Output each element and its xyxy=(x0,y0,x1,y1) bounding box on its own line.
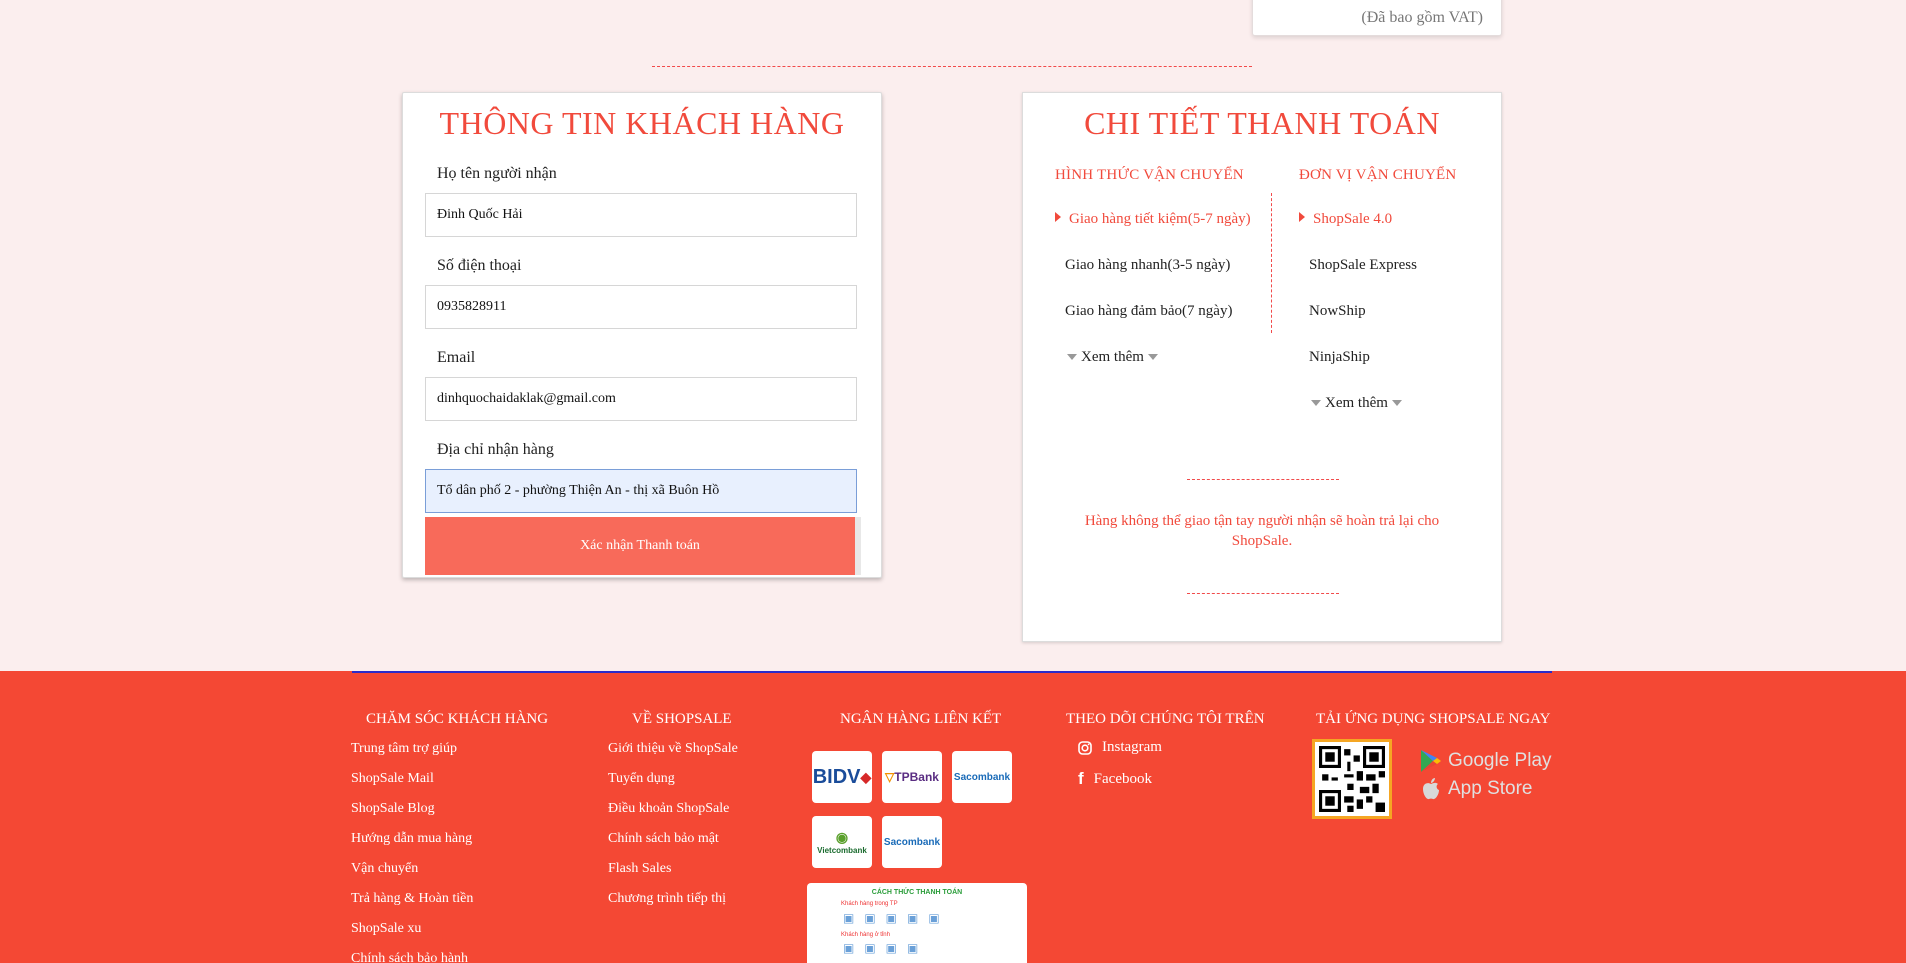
google-play-icon xyxy=(1421,750,1441,772)
footer-link[interactable]: Chính sách bảo hành xyxy=(351,951,468,963)
see-more-label: Xem thêm xyxy=(1081,349,1144,365)
bank-name: BIDV xyxy=(812,765,861,788)
payment-detail-card: CHI TIẾT THANH TOÁN HÌNH THỨC VẬN CHUYỂN… xyxy=(1022,92,1502,642)
carrier-option-express[interactable]: ShopSale Express xyxy=(1309,257,1417,274)
facebook-link[interactable]: f Facebook xyxy=(1078,769,1152,789)
confirm-payment-button[interactable]: Xác nhận Thanh toán xyxy=(425,517,855,575)
bank-name: TPBank xyxy=(894,770,939,784)
footer-link[interactable]: Giới thiệu về ShopSale xyxy=(608,741,738,757)
chevron-down-icon xyxy=(1311,400,1321,406)
google-play-label: Google Play xyxy=(1448,750,1552,771)
carrier-option-ninjaship[interactable]: NinjaShip xyxy=(1309,349,1370,366)
shipping-option-fast[interactable]: Giao hàng nhanh(3-5 ngày) xyxy=(1065,257,1230,274)
footer-link[interactable]: Trung tâm trợ giúp xyxy=(351,741,457,757)
bank-logo-tpbank: ▽ TPBank xyxy=(882,751,942,803)
footer: CHĂM SÓC KHÁCH HÀNG Trung tâm trợ giúp S… xyxy=(0,671,1906,963)
footer-link[interactable]: Chương trình tiếp thị xyxy=(608,891,726,907)
chevron-down-icon xyxy=(1391,400,1402,406)
return-notice: Hàng không thể giao tận tay người nhận s… xyxy=(1084,513,1440,549)
footer-link[interactable]: Vận chuyển xyxy=(351,861,418,877)
footer-care-heading: CHĂM SÓC KHÁCH HÀNG xyxy=(366,711,549,727)
chevron-down-icon xyxy=(1147,354,1158,360)
address-label: Địa chỉ nhận hàng xyxy=(437,441,554,458)
carrier-option-nowship[interactable]: NowShip xyxy=(1309,303,1366,320)
email-label: Email xyxy=(437,349,476,366)
bank-logo-sacombank: Sacombank xyxy=(952,751,1012,803)
instagram-link[interactable]: Instagram xyxy=(1078,739,1162,756)
recipient-name-input[interactable] xyxy=(425,193,857,237)
caret-right-icon xyxy=(1299,212,1305,222)
bank-name: Vietcombank xyxy=(817,846,867,855)
divider xyxy=(1187,593,1339,594)
facebook-icon: f xyxy=(1078,769,1084,788)
app-store-link[interactable]: App Store xyxy=(1420,777,1533,801)
see-more-label: Xem thêm xyxy=(1325,395,1388,411)
payment-guide-image: CÁCH THỨC THANH TOÁN Khách hàng trong TP… xyxy=(807,883,1027,963)
phone-label: Số điện thoại xyxy=(437,257,522,274)
shipping-option-economy[interactable]: Giao hàng tiết kiệm(5-7 ngày) xyxy=(1055,211,1251,228)
carrier-option-shopsale-40[interactable]: ShopSale 4.0 xyxy=(1299,211,1392,228)
email-input[interactable] xyxy=(425,377,857,421)
carrier-see-more[interactable]: Xem thêm xyxy=(1307,395,1406,412)
customer-info-card: THÔNG TIN KHÁCH HÀNG Họ tên người nhận S… xyxy=(402,92,882,578)
footer-link[interactable]: Điều khoản ShopSale xyxy=(608,801,729,817)
caret-right-icon xyxy=(1055,212,1061,222)
vat-note: (Đã bao gồm VAT) xyxy=(1361,9,1483,26)
bank-logo-sacombank: Sacombank xyxy=(882,816,942,868)
qr-code xyxy=(1312,739,1392,819)
footer-top-line xyxy=(352,671,1552,673)
footer-link[interactable]: Chính sách bảo mật xyxy=(608,831,719,847)
shipping-method-heading: HÌNH THỨC VẬN CHUYỂN xyxy=(1055,167,1244,183)
address-input[interactable] xyxy=(425,469,857,513)
apple-icon xyxy=(1423,778,1439,800)
button-shadow xyxy=(855,517,861,575)
payment-detail-title: CHI TIẾT THANH TOÁN xyxy=(1084,105,1440,141)
customer-info-title: THÔNG TIN KHÁCH HÀNG xyxy=(439,105,845,141)
instagram-label: Instagram xyxy=(1102,739,1162,755)
footer-link[interactable]: Flash Sales xyxy=(608,861,671,877)
shipping-option-guaranteed[interactable]: Giao hàng đảm bảo(7 ngày) xyxy=(1065,303,1232,320)
payment-guide-line: Khách hàng trong TP xyxy=(841,901,898,907)
footer-link[interactable]: Trả hàng & Hoàn tiền xyxy=(351,891,473,907)
divider xyxy=(652,66,1252,67)
facebook-label: Facebook xyxy=(1093,770,1152,787)
footer-link[interactable]: Tuyển dụng xyxy=(608,771,675,787)
footer-about-heading: VỀ SHOPSALE xyxy=(632,711,732,727)
footer-link[interactable]: ShopSale Blog xyxy=(351,801,435,817)
footer-link[interactable]: ShopSale Mail xyxy=(351,771,434,787)
footer-follow-heading: THEO DÕI CHÚNG TÔI TRÊN xyxy=(1066,711,1265,727)
app-store-label: App Store xyxy=(1448,778,1533,799)
bank-logo-vietcombank: ◉ Vietcombank xyxy=(812,816,872,868)
shipping-see-more[interactable]: Xem thêm xyxy=(1063,349,1162,366)
column-divider xyxy=(1271,193,1272,333)
recipient-name-label: Họ tên người nhận xyxy=(437,165,557,182)
order-total-card: (Đã bao gồm VAT) xyxy=(1252,0,1502,36)
bank-logo-bidv: BIDV ◆ xyxy=(812,751,872,803)
payment-guide-title: CÁCH THỨC THANH TOÁN xyxy=(871,889,963,896)
google-play-link[interactable]: Google Play xyxy=(1420,749,1552,773)
carrier-option-label: ShopSale 4.0 xyxy=(1313,211,1393,227)
payment-guide-line: Khách hàng ở tỉnh xyxy=(841,932,890,938)
chevron-down-icon xyxy=(1067,354,1077,360)
footer-link[interactable]: Hướng dẫn mua hàng xyxy=(351,831,472,847)
payment-guide-icons: ▣▣▣▣▣ xyxy=(843,911,950,925)
footer-banks-heading: NGÂN HÀNG LIÊN KẾT xyxy=(840,711,1002,727)
instagram-icon xyxy=(1078,740,1092,755)
footer-link[interactable]: ShopSale xu xyxy=(351,921,421,937)
phone-input[interactable] xyxy=(425,285,857,329)
shipping-option-label: Giao hàng tiết kiệm(5-7 ngày) xyxy=(1069,211,1251,227)
payment-guide-icons: ▣▣▣▣ xyxy=(843,941,929,955)
divider xyxy=(1187,479,1339,480)
carrier-heading: ĐƠN VỊ VẬN CHUYỂN xyxy=(1299,167,1457,183)
qr-code-graphic xyxy=(1319,746,1385,812)
footer-app-heading: TẢI ỨNG DỤNG SHOPSALE NGAY xyxy=(1316,711,1551,727)
